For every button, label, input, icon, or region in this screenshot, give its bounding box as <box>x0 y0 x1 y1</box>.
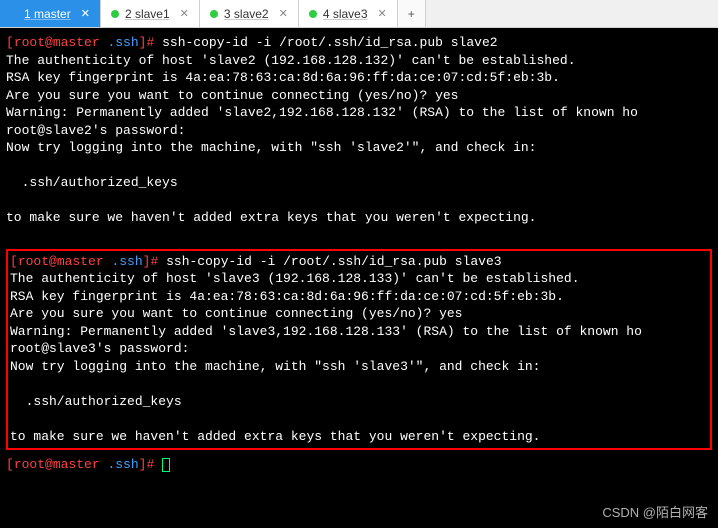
close-icon[interactable]: ✕ <box>279 7 288 20</box>
tab-slave1[interactable]: 2 slave1 ✕ <box>101 0 200 27</box>
tab-bar: 1 master ✕ 2 slave1 ✕ 3 slave2 ✕ 4 slave… <box>0 0 718 28</box>
tab-label: 4 slave3 <box>323 7 368 21</box>
tab-label: 3 slave2 <box>224 7 269 21</box>
tab-label: 1 master <box>24 7 71 21</box>
terminal-line: The authenticity of host 'slave3 (192.16… <box>10 270 708 288</box>
watermark: CSDN @陌白网客 <box>602 504 708 522</box>
terminal-line: Warning: Permanently added 'slave2,192.1… <box>6 104 712 122</box>
dot-icon <box>309 10 317 18</box>
blank-line <box>10 410 708 428</box>
terminal-line: RSA key fingerprint is 4a:ea:78:63:ca:8d… <box>6 69 712 87</box>
terminal-line: to make sure we haven't added extra keys… <box>10 428 708 446</box>
dot-icon <box>10 10 18 18</box>
tab-add-button[interactable]: + <box>398 0 426 27</box>
tab-label: 2 slave1 <box>125 7 170 21</box>
terminal-line: Are you sure you want to continue connec… <box>6 87 712 105</box>
terminal-line: root@slave3's password: <box>10 340 708 358</box>
blank-line <box>10 375 708 393</box>
close-icon[interactable]: ✕ <box>378 7 387 20</box>
blank-line <box>6 227 712 245</box>
cursor-icon <box>162 458 170 472</box>
terminal-line: .ssh/authorized_keys <box>6 174 712 192</box>
terminal-line: Warning: Permanently added 'slave3,192.1… <box>10 323 708 341</box>
terminal-line: .ssh/authorized_keys <box>10 393 708 411</box>
blank-line <box>6 192 712 210</box>
tab-slave3[interactable]: 4 slave3 ✕ <box>299 0 398 27</box>
prompt-line: [root@master .ssh]# <box>6 456 712 474</box>
terminal-line: RSA key fingerprint is 4a:ea:78:63:ca:8d… <box>10 288 708 306</box>
terminal[interactable]: [root@master .ssh]# ssh-copy-id -i /root… <box>0 28 718 528</box>
terminal-line: Now try logging into the machine, with "… <box>10 358 708 376</box>
close-icon[interactable]: ✕ <box>180 7 189 20</box>
terminal-line: root@slave2's password: <box>6 122 712 140</box>
prompt-line: [root@master .ssh]# ssh-copy-id -i /root… <box>10 253 708 271</box>
close-icon[interactable]: ✕ <box>81 7 90 20</box>
blank-line <box>6 157 712 175</box>
tab-slave2[interactable]: 3 slave2 ✕ <box>200 0 299 27</box>
terminal-line: to make sure we haven't added extra keys… <box>6 209 712 227</box>
tab-master[interactable]: 1 master ✕ <box>0 0 101 27</box>
plus-icon: + <box>408 7 415 21</box>
dot-icon <box>111 10 119 18</box>
terminal-line: The authenticity of host 'slave2 (192.16… <box>6 52 712 70</box>
highlighted-block: [root@master .ssh]# ssh-copy-id -i /root… <box>6 249 712 450</box>
terminal-line: Now try logging into the machine, with "… <box>6 139 712 157</box>
dot-icon <box>210 10 218 18</box>
prompt-line: [root@master .ssh]# ssh-copy-id -i /root… <box>6 34 712 52</box>
terminal-line: Are you sure you want to continue connec… <box>10 305 708 323</box>
